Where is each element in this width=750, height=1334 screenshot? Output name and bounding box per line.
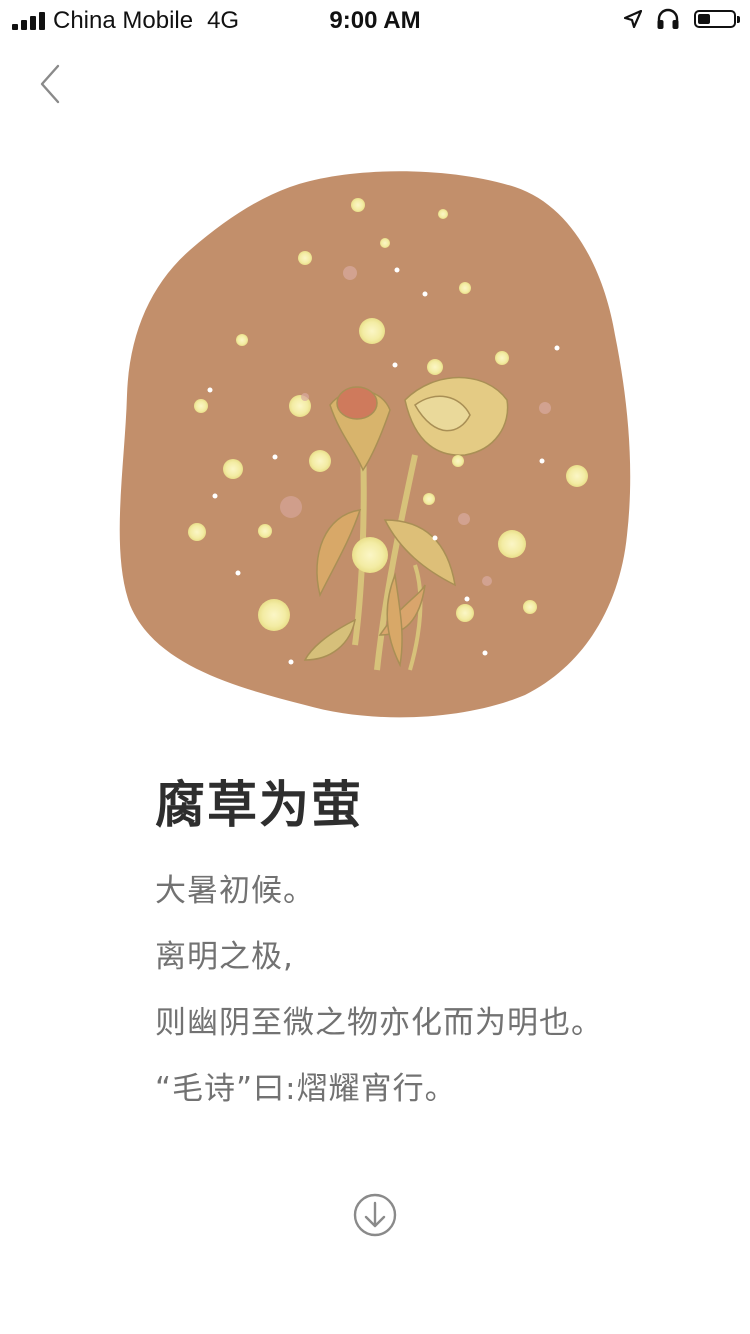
location-arrow-icon (624, 10, 642, 28)
illustration (115, 165, 640, 725)
article-body: 大暑初候。 离明之极, 则幽阴至微之物亦化而为明也。 “毛诗”曰:熠耀宵行。 (155, 868, 715, 1132)
article-line: “毛诗”曰:熠耀宵行。 (155, 1071, 457, 1107)
back-button[interactable] (28, 58, 72, 110)
article-line: 离明之极, (155, 939, 294, 975)
headphones-icon (657, 8, 679, 29)
status-right (624, 8, 740, 30)
download-button[interactable] (352, 1192, 398, 1238)
battery-level (698, 14, 710, 24)
arrow-down-circle-icon (353, 1193, 397, 1237)
chevron-left-icon (40, 64, 60, 104)
wilted-flowers-illustration (119, 171, 631, 718)
article-content: 腐草为萤 大暑初候。 离明之极, 则幽阴至微之物亦化而为明也。 “毛诗”曰:熠耀… (155, 770, 715, 1132)
status-bar: China Mobile 4G 9:00 AM (0, 0, 750, 40)
article-line: 大暑初候。 (155, 873, 315, 909)
article-title: 腐草为萤 (155, 776, 363, 834)
battery-icon (694, 10, 740, 28)
article-line: 则幽阴至微之物亦化而为明也。 (155, 1005, 603, 1041)
